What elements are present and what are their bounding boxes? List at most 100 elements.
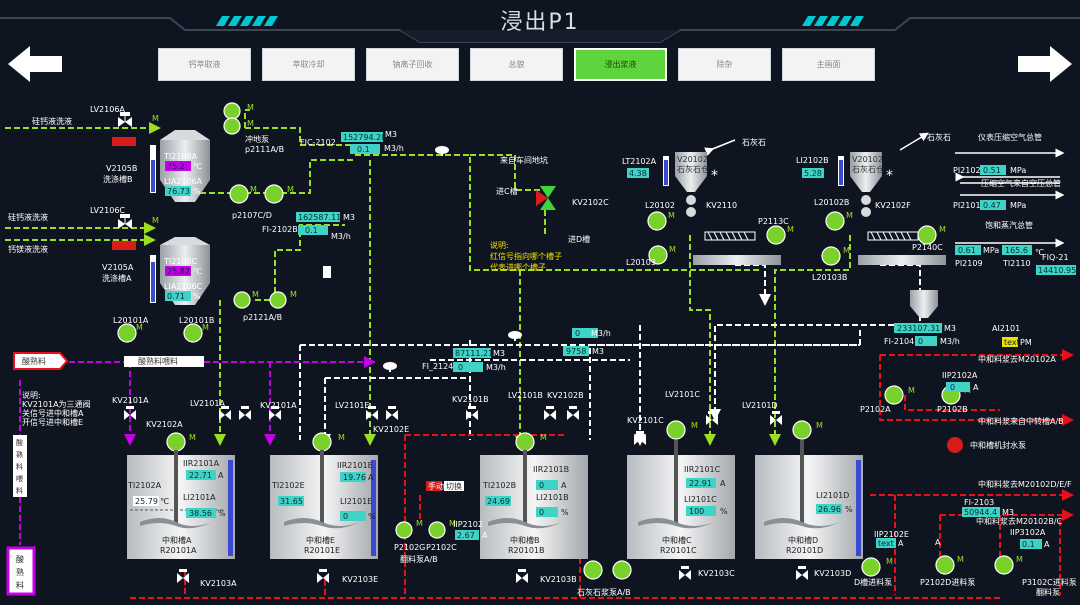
value-li2102b: 5.28	[804, 169, 822, 178]
belt-feeder-a	[693, 255, 781, 265]
svg-text:LIA2106C: LIA2106C	[164, 282, 203, 291]
svg-text:M: M	[957, 555, 964, 564]
svg-text:M: M	[416, 519, 423, 528]
svg-text:M3/h: M3/h	[940, 337, 960, 346]
pump-l20101a[interactable]	[117, 323, 137, 343]
value-fi2102b-m3h: 0.1	[305, 226, 318, 235]
pump-d-jinliao[interactable]	[861, 557, 881, 577]
svg-text:PI2101: PI2101	[953, 201, 981, 210]
svg-text:M: M	[691, 421, 698, 430]
pump-p2140c[interactable]	[917, 225, 937, 245]
pump-p3102c[interactable]	[994, 555, 1014, 575]
pump-l20101b[interactable]	[183, 323, 203, 343]
svg-text:LV2101A: LV2101A	[190, 399, 225, 408]
valve-lv2101b[interactable]	[544, 406, 556, 420]
svg-text:中和槽A: 中和槽A	[162, 535, 192, 545]
svg-text:%: %	[561, 508, 569, 517]
agitator-motor-e[interactable]	[312, 432, 332, 452]
svg-text:熟: 熟	[16, 450, 23, 459]
valve-kv2102a-b[interactable]	[239, 406, 251, 420]
svg-text:酸熟料: 酸熟料	[22, 356, 46, 366]
valve-kv2101b[interactable]	[466, 406, 478, 420]
agitator-motor-a[interactable]	[166, 432, 186, 452]
valve-lv2106c[interactable]	[118, 214, 132, 229]
svg-text:进C槽: 进C槽	[496, 186, 518, 196]
svg-text:MPa: MPa	[1010, 166, 1026, 175]
pump-p2102g[interactable]	[395, 521, 413, 539]
value-fic2102-m3: 152794.28	[343, 133, 386, 142]
svg-text:p2121A/B: p2121A/B	[243, 313, 282, 322]
svg-text:M: M	[939, 225, 946, 234]
value-top-m3h: 0	[575, 329, 580, 338]
svg-text:IIR2101B: IIR2101B	[533, 465, 569, 474]
valve-kv2103e[interactable]	[317, 569, 329, 583]
svg-text:中和料浆来自中转槽A/B: 中和料浆来自中转槽A/B	[978, 416, 1064, 426]
svg-text:进D槽: 进D槽	[568, 234, 590, 244]
pump-p2113c[interactable]	[766, 225, 786, 245]
valve-kv2103b[interactable]	[516, 569, 528, 583]
valve-kv2102e[interactable]	[386, 406, 398, 420]
pump-p2121a[interactable]	[233, 291, 251, 309]
svg-text:KV2102B: KV2102B	[547, 391, 584, 400]
svg-text:℃: ℃	[160, 497, 169, 506]
valve-fi2102b[interactable]	[323, 266, 331, 278]
svg-text:M: M	[290, 290, 297, 299]
svg-text:KV2102C: KV2102C	[572, 198, 609, 207]
pump-p2102c[interactable]	[428, 521, 446, 539]
svg-text:中和槽B: 中和槽B	[510, 535, 540, 545]
agitator-motor-d[interactable]	[792, 420, 812, 440]
svg-text:A: A	[368, 473, 374, 482]
valve-lv2106a[interactable]	[118, 112, 132, 127]
pump-p2111a[interactable]	[223, 102, 241, 120]
seal-water-pump-icon[interactable]	[947, 437, 963, 453]
value-ai2101: text	[1004, 338, 1020, 347]
pump-l20102b[interactable]	[825, 211, 845, 231]
valve-kv2103d[interactable]	[796, 566, 808, 580]
valve-kv2103c[interactable]	[679, 566, 691, 580]
pump-p2107d[interactable]	[264, 184, 284, 204]
svg-text:P2102A: P2102A	[860, 405, 891, 414]
pump-shihui-a[interactable]	[583, 560, 603, 580]
svg-text:酸: 酸	[16, 438, 23, 447]
svg-text:FI_2124: FI_2124	[422, 362, 453, 371]
pump-p2102d[interactable]	[935, 555, 955, 575]
pump-shihui-b[interactable]	[612, 560, 632, 580]
svg-text:D槽进料泵: D槽进料泵	[854, 577, 892, 587]
svg-text:IIR2101E: IIR2101E	[337, 461, 373, 470]
svg-text:LT2102A: LT2102A	[622, 157, 657, 166]
svg-text:M: M	[669, 245, 676, 254]
svg-text:M3/h: M3/h	[486, 363, 506, 372]
value-tank-e-temp: 31.65	[280, 497, 303, 506]
value-9758: 9758	[566, 347, 586, 356]
pump-p2121b[interactable]	[269, 291, 287, 309]
svg-text:IIR2101C: IIR2101C	[684, 465, 721, 474]
svg-text:硅钙液洗液: 硅钙液洗液	[32, 116, 72, 126]
pump-l20103b[interactable]	[821, 246, 841, 266]
agitator-motor-c[interactable]	[666, 420, 686, 440]
svg-text:中和料浆去M20102A: 中和料浆去M20102A	[978, 354, 1056, 364]
pump-l20102[interactable]	[647, 211, 667, 231]
svg-text:KV2103B: KV2103B	[540, 575, 577, 584]
valve-top-m3h[interactable]	[508, 331, 522, 341]
svg-text:熟: 熟	[16, 567, 24, 577]
svg-text:翻料泵A/B: 翻料泵A/B	[400, 554, 438, 564]
svg-text:切换: 切换	[446, 481, 462, 491]
valve-lv2101c[interactable]	[706, 411, 718, 425]
svg-text:P2102C: P2102C	[426, 543, 457, 552]
svg-text:说明:: 说明:	[490, 240, 509, 250]
svg-text:KV2103D: KV2103D	[814, 569, 851, 578]
svg-text:M: M	[1016, 555, 1023, 564]
valve-kv2103a[interactable]	[177, 569, 189, 583]
svg-text:p2111A/B: p2111A/B	[245, 145, 284, 154]
svg-text:KV2101A: KV2101A	[260, 401, 297, 410]
valve-kv2102b[interactable]	[567, 406, 579, 420]
svg-text:M3/h: M3/h	[331, 232, 351, 241]
svg-text:LV2101D: LV2101D	[742, 401, 778, 410]
svg-text:中和槽D: 中和槽D	[788, 535, 818, 545]
pump-p2107c[interactable]	[229, 184, 249, 204]
valve-fi2124[interactable]	[383, 362, 397, 372]
pump-p2102a[interactable]	[884, 385, 904, 405]
pump-p2111b[interactable]	[223, 117, 241, 135]
agitator-motor-b[interactable]	[515, 432, 535, 452]
svg-text:IIP3102A: IIP3102A	[1010, 528, 1046, 537]
